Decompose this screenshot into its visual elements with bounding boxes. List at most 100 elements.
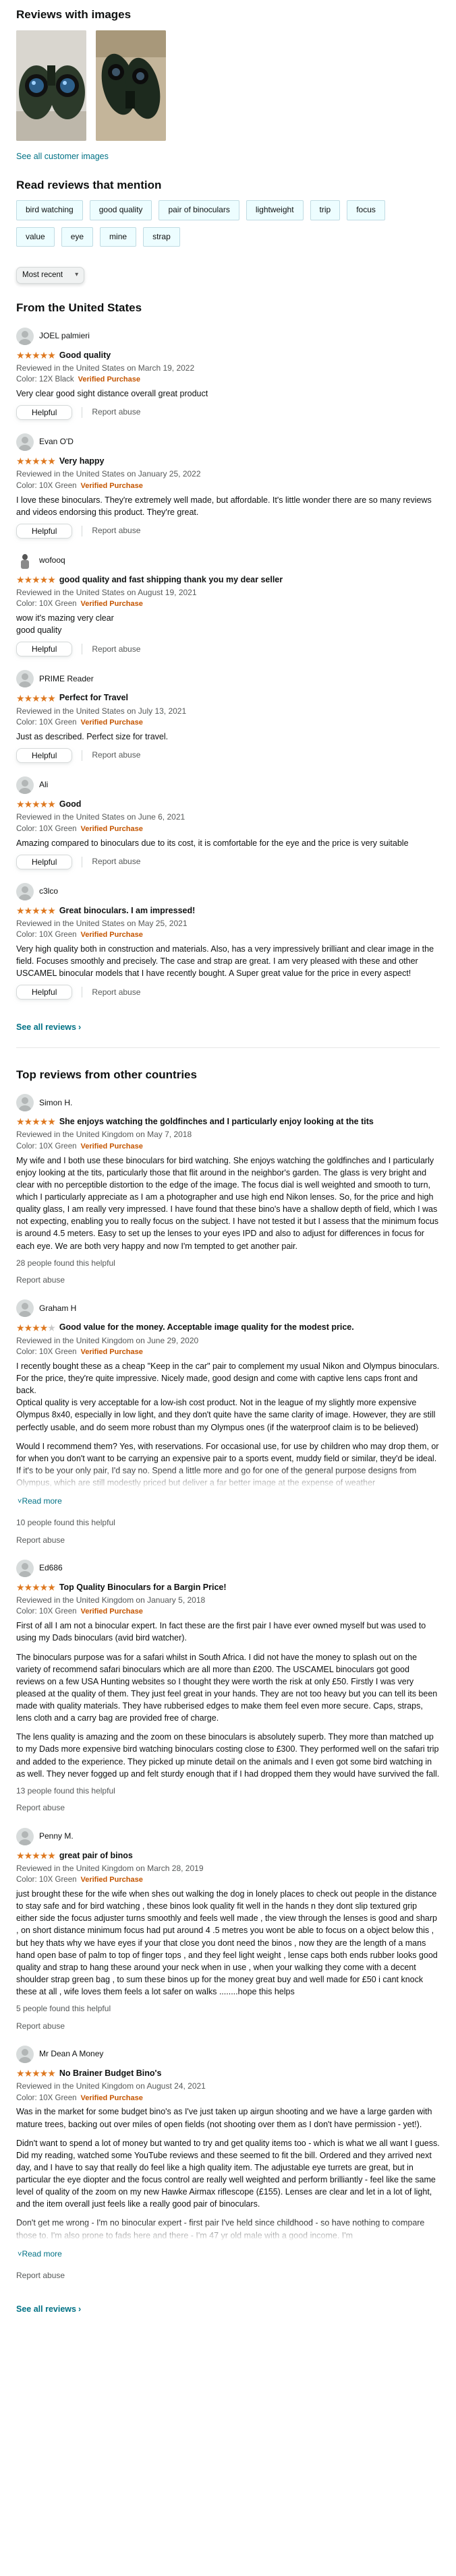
review-title[interactable]: Good quality	[59, 349, 111, 361]
star-icon: ★	[32, 349, 40, 361]
review-color: Color: 10X Green	[16, 1607, 77, 1616]
review-title[interactable]: Perfect for Travel	[59, 692, 128, 704]
report-abuse-link[interactable]: Report abuse	[92, 406, 140, 418]
see-all-intl-reviews-link[interactable]: See all reviews ›	[16, 2303, 81, 2315]
star-icon: ★	[47, 574, 56, 585]
verified-purchase-badge: Verified Purchase	[78, 375, 140, 384]
avatar-icon	[16, 882, 34, 900]
review-body: I recently bought these as a cheap "Keep…	[16, 1360, 440, 1490]
review-body: Very high quality both in construction a…	[16, 944, 434, 979]
star-icon: ★	[32, 1581, 40, 1593]
helpful-button[interactable]: Helpful	[16, 642, 73, 657]
report-abuse-link[interactable]: Report abuse	[92, 749, 140, 761]
star-rating: ★★★★★	[16, 906, 56, 915]
star-icon: ★	[16, 456, 25, 467]
helpful-button[interactable]: Helpful	[16, 405, 73, 421]
review-title[interactable]: Very happy	[59, 455, 105, 467]
star-rating: ★★★★★	[16, 456, 56, 467]
review-item: Penny M. ★★★★★ great pair of binos Reviewed…	[16, 1827, 440, 2032]
verified-purchase-badge: Verified Purchase	[80, 931, 143, 940]
review-image-binoculars-front[interactable]	[16, 30, 86, 141]
review-variant: Color: 10X Green Verified Purchase	[16, 1141, 440, 1153]
review-title[interactable]: great pair of binos	[59, 1849, 133, 1862]
review-item: c3lco ★★★★★ Great binoculars. I am impress…	[16, 882, 440, 1000]
helpful-button[interactable]: Helpful	[16, 523, 73, 539]
helpful-button[interactable]: Helpful	[16, 748, 73, 764]
mentions-heading: Read reviews that mention	[16, 178, 162, 191]
review-title-row: ★★★★★ Great binoculars. I am impressed!	[16, 904, 440, 917]
mention-chip[interactable]: eye	[61, 226, 94, 247]
verified-purchase-badge: Verified Purchase	[80, 718, 143, 727]
star-icon: ★	[32, 574, 40, 585]
mention-chip[interactable]: pair of binoculars	[159, 200, 239, 220]
review-color: Color: 10X Green	[16, 481, 77, 490]
review-color: Color: 10X Green	[16, 824, 77, 833]
helpful-button[interactable]: Helpful	[16, 854, 73, 869]
review-title[interactable]: No Brainer Budget Bino's	[59, 2067, 162, 2079]
review-item: Ed686 ★★★★★ Top Quality Binoculars for a B…	[16, 1559, 440, 1814]
report-abuse-link[interactable]: Report abuse	[92, 987, 140, 998]
review-title-row: ★★★★★ She enjoys watching the goldfinches…	[16, 1115, 440, 1128]
reviewer-profile: Graham H	[16, 1299, 440, 1318]
review-title[interactable]: Good	[59, 798, 82, 810]
see-all-reviews-link[interactable]: See all reviews ›	[16, 1021, 81, 1033]
mention-chip[interactable]: mine	[100, 226, 137, 247]
report-abuse-link[interactable]: Report abuse	[16, 1275, 440, 1286]
mention-chip[interactable]: bird watching	[16, 200, 83, 220]
mention-chip[interactable]: trip	[310, 200, 341, 220]
star-rating: ★★★★★	[16, 1322, 56, 1333]
see-all-customer-images-link[interactable]: See all customer images	[16, 150, 440, 162]
review-date: Reviewed in the United States on March 1…	[16, 363, 195, 373]
sort-dropdown[interactable]: Most recent ▾	[16, 267, 85, 284]
star-icon: ★	[39, 799, 49, 810]
images-heading: Reviews with images	[16, 8, 132, 21]
review-item: Graham H ★★★★★ Good value for the money. A…	[16, 1299, 440, 1545]
star-icon: ★	[39, 574, 49, 585]
read-more-link[interactable]: ˅Read more	[16, 1496, 62, 1508]
mention-chip[interactable]: lightweight	[246, 200, 304, 220]
mention-chip[interactable]: good quality	[89, 200, 152, 220]
review-title[interactable]: Top Quality Binoculars for a Bargin Pric…	[59, 1581, 227, 1593]
report-abuse-link[interactable]: Report abuse	[16, 1802, 440, 1814]
mention-chip[interactable]: focus	[347, 200, 385, 220]
reviewer-name: Graham H	[39, 1303, 77, 1313]
star-icon: ★	[32, 1322, 40, 1333]
star-icon: ★	[39, 1581, 49, 1593]
helpful-button[interactable]: Helpful	[16, 985, 73, 1000]
review-body: Was in the market for some budget bino's…	[16, 2106, 440, 2242]
review-color: Color: 10X Green	[16, 1142, 77, 1151]
review-date: Reviewed in the United Kingdom on August…	[16, 2081, 206, 2091]
report-abuse-link[interactable]: Report abuse	[16, 2021, 440, 2032]
review-image-binoculars-rear[interactable]	[96, 30, 166, 141]
review-color: Color: 10X Green	[16, 2093, 77, 2102]
review-title[interactable]: She enjoys watching the goldfinches and …	[59, 1115, 374, 1128]
star-icon: ★	[47, 349, 56, 361]
review-title[interactable]: good quality and fast shipping thank you…	[59, 574, 283, 586]
star-icon: ★	[16, 799, 25, 810]
star-icon: ★	[24, 1581, 33, 1593]
report-abuse-link[interactable]: Report abuse	[16, 2270, 440, 2281]
mention-chip[interactable]: value	[16, 226, 55, 247]
avatar-icon	[16, 327, 34, 345]
avatar-icon	[16, 776, 34, 795]
chevron-right-icon: ›	[78, 1022, 82, 1033]
star-rating: ★★★★★	[16, 1849, 56, 1861]
report-abuse-link[interactable]: Report abuse	[92, 856, 140, 867]
review-title[interactable]: Good value for the money. Acceptable ima…	[59, 1321, 354, 1333]
star-icon: ★	[47, 692, 56, 704]
review-variant: Color: 10X Green Verified Purchase	[16, 717, 440, 729]
read-more-link[interactable]: ˅Read more	[16, 2248, 62, 2261]
verified-purchase-badge: Verified Purchase	[80, 2093, 143, 2102]
reviews-page: Reviews with images See all customer ima…	[0, 0, 456, 2349]
review-variant: Color: 10X Green Verified Purchase	[16, 929, 440, 941]
reviewer-name: Penny M.	[39, 1831, 74, 1841]
review-body: wow it's mazing very clear good quality	[16, 613, 114, 636]
star-icon: ★	[47, 1849, 56, 1861]
review-title[interactable]: Great binoculars. I am impressed!	[59, 904, 195, 917]
mention-chip[interactable]: strap	[143, 226, 180, 247]
report-abuse-link[interactable]: Report abuse	[92, 644, 140, 655]
report-abuse-link[interactable]: Report abuse	[16, 1535, 440, 1546]
reviewer-name: Simon H.	[39, 1097, 73, 1107]
review-variant: Color: 10X Green Verified Purchase	[16, 481, 440, 492]
report-abuse-link[interactable]: Report abuse	[92, 525, 140, 536]
